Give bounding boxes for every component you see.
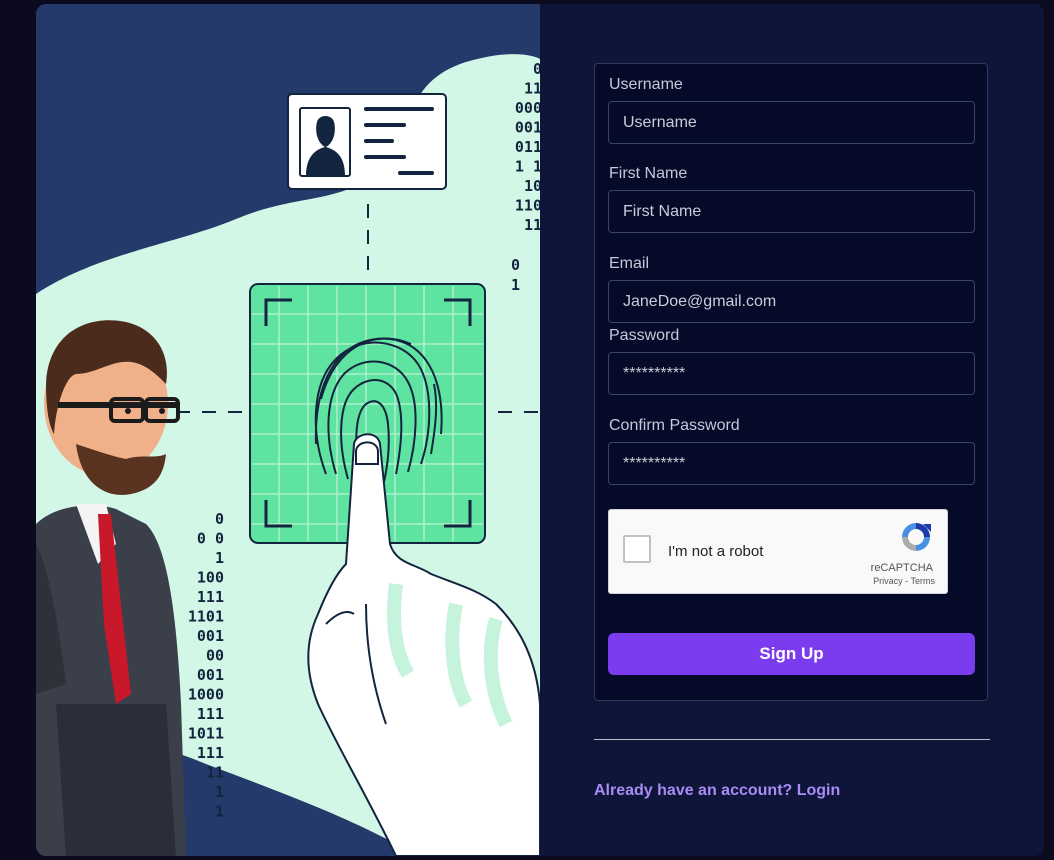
binary-digit-text: 011 xyxy=(515,138,540,156)
binary-digit-text: 110 xyxy=(515,197,540,215)
fingerprint-illustration: 0110000010111 1101101101 00 011001111101… xyxy=(36,54,540,856)
binary-digit-text: 1 1 xyxy=(515,158,540,176)
recaptcha-text: I'm not a robot xyxy=(668,543,764,560)
signup-panel: Username First Name Email Password Confi… xyxy=(540,4,1044,856)
binary-digit-text: 111 xyxy=(197,705,224,723)
binary-digit-text: 1101 xyxy=(188,608,224,626)
signup-card: 0 11 000 001 011 1 1 10 110 11 0 1 00 0 1 100 111 1101… xyxy=(36,4,1044,856)
binary-digit-text: 0 xyxy=(215,510,224,528)
binary-digit-text: 0 0 xyxy=(197,530,224,548)
binary-digit-text: 00 xyxy=(206,647,224,665)
login-link[interactable]: Already have an account? Login xyxy=(594,782,840,800)
binary-digit-text: 1 xyxy=(511,276,520,294)
illustration-panel: 0 11 000 001 011 1 1 10 110 11 0 1 00 0 1 100 111 1101… xyxy=(36,4,540,856)
binary-digit-text: 001 xyxy=(197,666,224,684)
binary-digit-text: 111 xyxy=(197,588,224,606)
binary-digit-text: 1000 xyxy=(188,686,224,704)
binary-digit-text: 0 xyxy=(511,256,520,274)
email-label: Email xyxy=(609,255,650,272)
password-input[interactable] xyxy=(608,352,975,395)
first-name-label: First Name xyxy=(609,165,688,182)
recaptcha-brand: reCAPTCHA xyxy=(870,562,933,574)
binary-digit-text: 11 xyxy=(524,216,540,234)
recaptcha-widget: I'm not a robot reCAPTCHA Privacy - Term… xyxy=(608,509,948,594)
confirm-password-input[interactable] xyxy=(608,442,975,485)
binary-digit-text: 10 xyxy=(524,177,540,195)
binary-digit-text: 001 xyxy=(197,627,224,645)
confirm-password-label: Confirm Password xyxy=(609,417,740,434)
email-input[interactable] xyxy=(608,280,975,323)
binary-digit-text: 111 xyxy=(197,744,224,762)
password-label: Password xyxy=(609,327,680,344)
binary-digit-text: 100 xyxy=(197,569,224,587)
character-figure xyxy=(36,320,186,856)
binary-digit-text: 001 xyxy=(515,119,540,137)
sign-up-button[interactable]: Sign Up xyxy=(608,633,975,675)
binary-digit-text: 0 xyxy=(533,60,540,78)
username-input[interactable] xyxy=(608,101,975,144)
recaptcha-terms-link[interactable]: Terms xyxy=(911,576,936,586)
recaptcha-checkbox[interactable] xyxy=(623,535,651,563)
binary-digit-text: 1 xyxy=(215,783,224,801)
recaptcha-privacy-link[interactable]: Privacy xyxy=(873,576,903,586)
recaptcha-separator: - xyxy=(902,576,911,586)
binary-digit-text: 11 xyxy=(206,764,224,782)
divider xyxy=(594,739,990,740)
binary-digit-text: 000 xyxy=(515,99,540,117)
recaptcha-links: Privacy - Terms xyxy=(873,576,935,586)
binary-digit-text: 1011 xyxy=(188,725,224,743)
username-label: Username xyxy=(609,76,683,93)
binary-digit-text: 1 xyxy=(215,803,224,821)
binary-digit-text: 11 xyxy=(524,80,540,98)
signup-form: Username First Name Email Password Confi… xyxy=(594,63,988,701)
binary-digit-text: 1 xyxy=(215,549,224,567)
recaptcha-logo-icon xyxy=(902,523,931,551)
first-name-input[interactable] xyxy=(608,190,975,233)
